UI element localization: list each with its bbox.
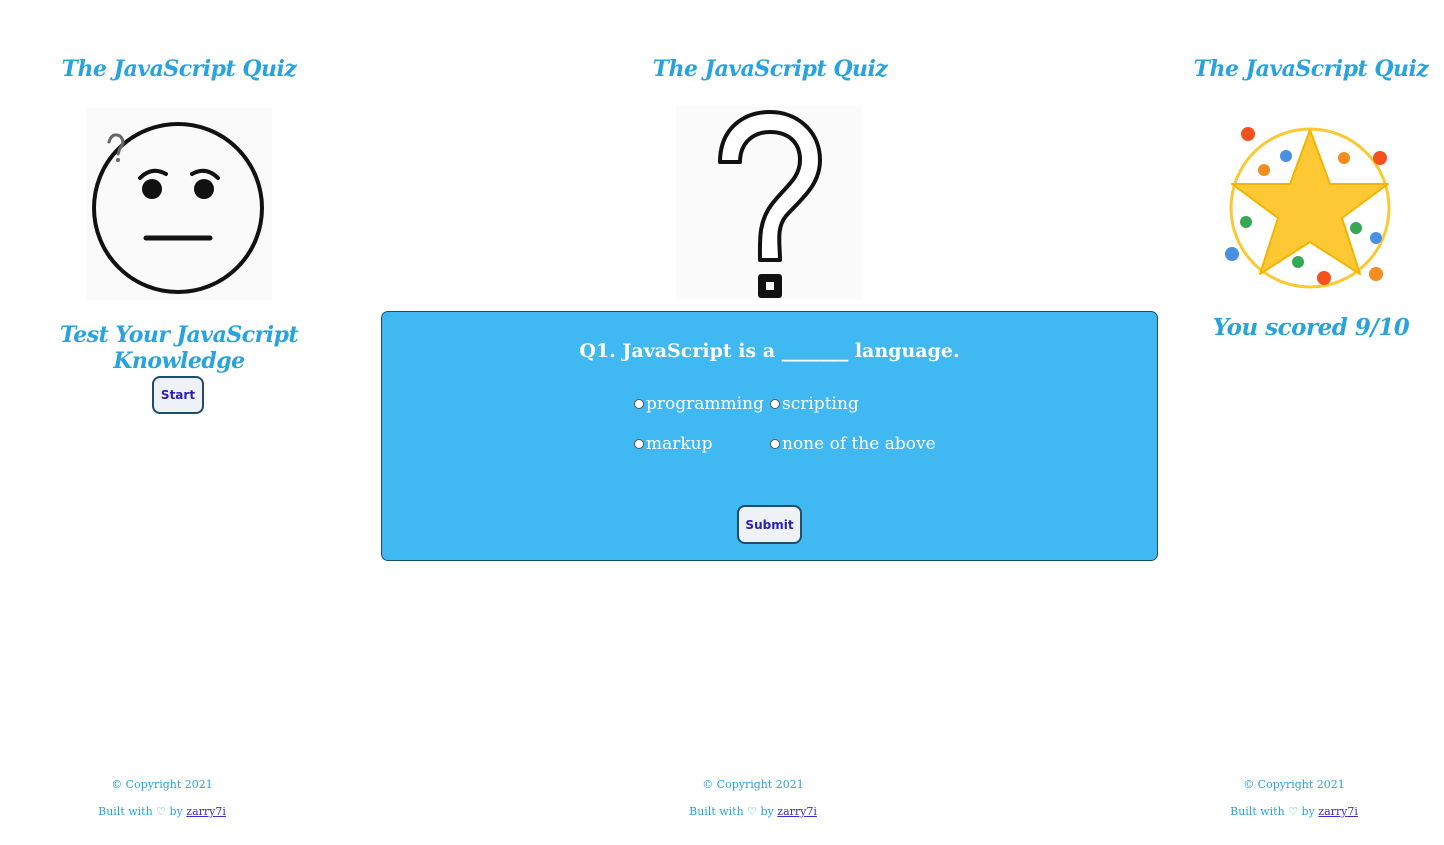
radio-button[interactable] <box>634 399 644 409</box>
author-link[interactable]: zarry7i <box>1318 805 1358 818</box>
option-markup[interactable]: markup <box>634 434 713 454</box>
built-with-text: Built with ♡ by <box>689 805 774 818</box>
option-scripting[interactable]: scripting <box>770 394 859 414</box>
result-screen-title: The JavaScript Quiz <box>1193 56 1429 82</box>
option-label: programming <box>646 394 764 414</box>
built-with-line: Built with ♡ by zarry7i <box>1192 805 1396 818</box>
built-with-line: Built with ♡ by zarry7i <box>651 805 855 818</box>
option-label: scripting <box>782 394 859 414</box>
submit-button[interactable]: Submit <box>737 505 802 544</box>
built-with-text: Built with ♡ by <box>1230 805 1315 818</box>
option-label: none of the above <box>782 434 936 454</box>
copyright-text: © Copyright 2021 <box>1243 778 1345 791</box>
question-mark-icon <box>676 106 862 300</box>
copyright-text: © Copyright 2021 <box>702 778 804 791</box>
radio-button[interactable] <box>634 439 644 449</box>
radio-button[interactable] <box>770 399 780 409</box>
quiz-screen-title: The JavaScript Quiz <box>652 56 888 82</box>
option-none-of-the-above[interactable]: none of the above <box>770 434 936 454</box>
author-link[interactable]: zarry7i <box>186 805 226 818</box>
author-link[interactable]: zarry7i <box>777 805 817 818</box>
start-screen-title: The JavaScript Quiz <box>61 56 297 82</box>
option-label: markup <box>646 434 713 454</box>
start-button[interactable]: Start <box>152 376 204 414</box>
radio-button[interactable] <box>770 439 780 449</box>
quiz-card: Q1. JavaScript is a _______ language. pr… <box>381 311 1158 561</box>
score-text: You scored 9/10 <box>1212 314 1410 341</box>
copyright-text: © Copyright 2021 <box>111 778 213 791</box>
built-with-text: Built with ♡ by <box>98 805 183 818</box>
option-programming[interactable]: programming <box>634 394 764 414</box>
question-text: Q1. JavaScript is a _______ language. <box>579 340 960 362</box>
built-with-line: Built with ♡ by zarry7i <box>60 805 264 818</box>
thinking-face-icon <box>86 108 272 300</box>
start-subtitle: Test Your JavaScript Knowledge <box>59 322 299 374</box>
star-confetti-icon <box>1225 127 1391 289</box>
